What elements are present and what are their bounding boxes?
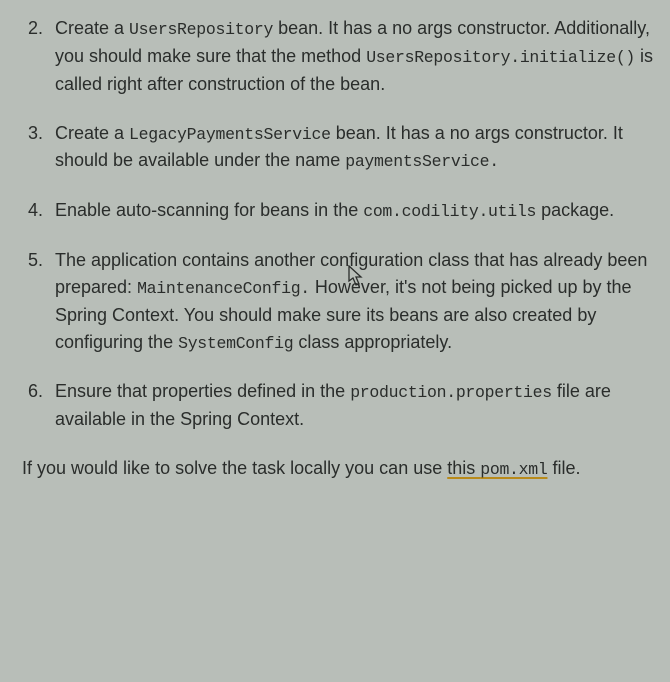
code-token: com.codility.utils (363, 202, 536, 221)
code-token: LegacyPaymentsService (129, 125, 331, 144)
text: Enable auto-scanning for beans in the (55, 200, 363, 220)
text: class appropriately. (293, 332, 452, 352)
code-token: UsersRepository.initialize() (366, 48, 635, 67)
code-token: SystemConfig (178, 334, 293, 353)
text: package. (536, 200, 614, 220)
code-token: pom.xml (480, 460, 547, 479)
code-token: paymentsService. (345, 152, 499, 171)
text: Create a (55, 18, 129, 38)
text: Ensure that properties defined in the (55, 381, 350, 401)
code-token: MaintenanceConfig. (137, 279, 310, 298)
instruction-list: Create a UsersRepository bean. It has a … (20, 15, 665, 433)
code-token: production.properties (350, 383, 552, 402)
text: file. (547, 458, 580, 478)
pom-link[interactable]: this pom.xml (447, 458, 547, 478)
list-item: Ensure that properties defined in the pr… (20, 378, 665, 433)
list-item: Create a UsersRepository bean. It has a … (20, 15, 665, 98)
text: If you would like to solve the task loca… (22, 458, 447, 478)
code-token: UsersRepository (129, 20, 273, 39)
list-item: Create a LegacyPaymentsService bean. It … (20, 120, 665, 176)
footer-text: If you would like to solve the task loca… (20, 455, 665, 483)
link-text: this (447, 458, 480, 478)
list-item: The application contains another configu… (20, 247, 665, 357)
list-item: Enable auto-scanning for beans in the co… (20, 197, 665, 225)
text: Create a (55, 123, 129, 143)
